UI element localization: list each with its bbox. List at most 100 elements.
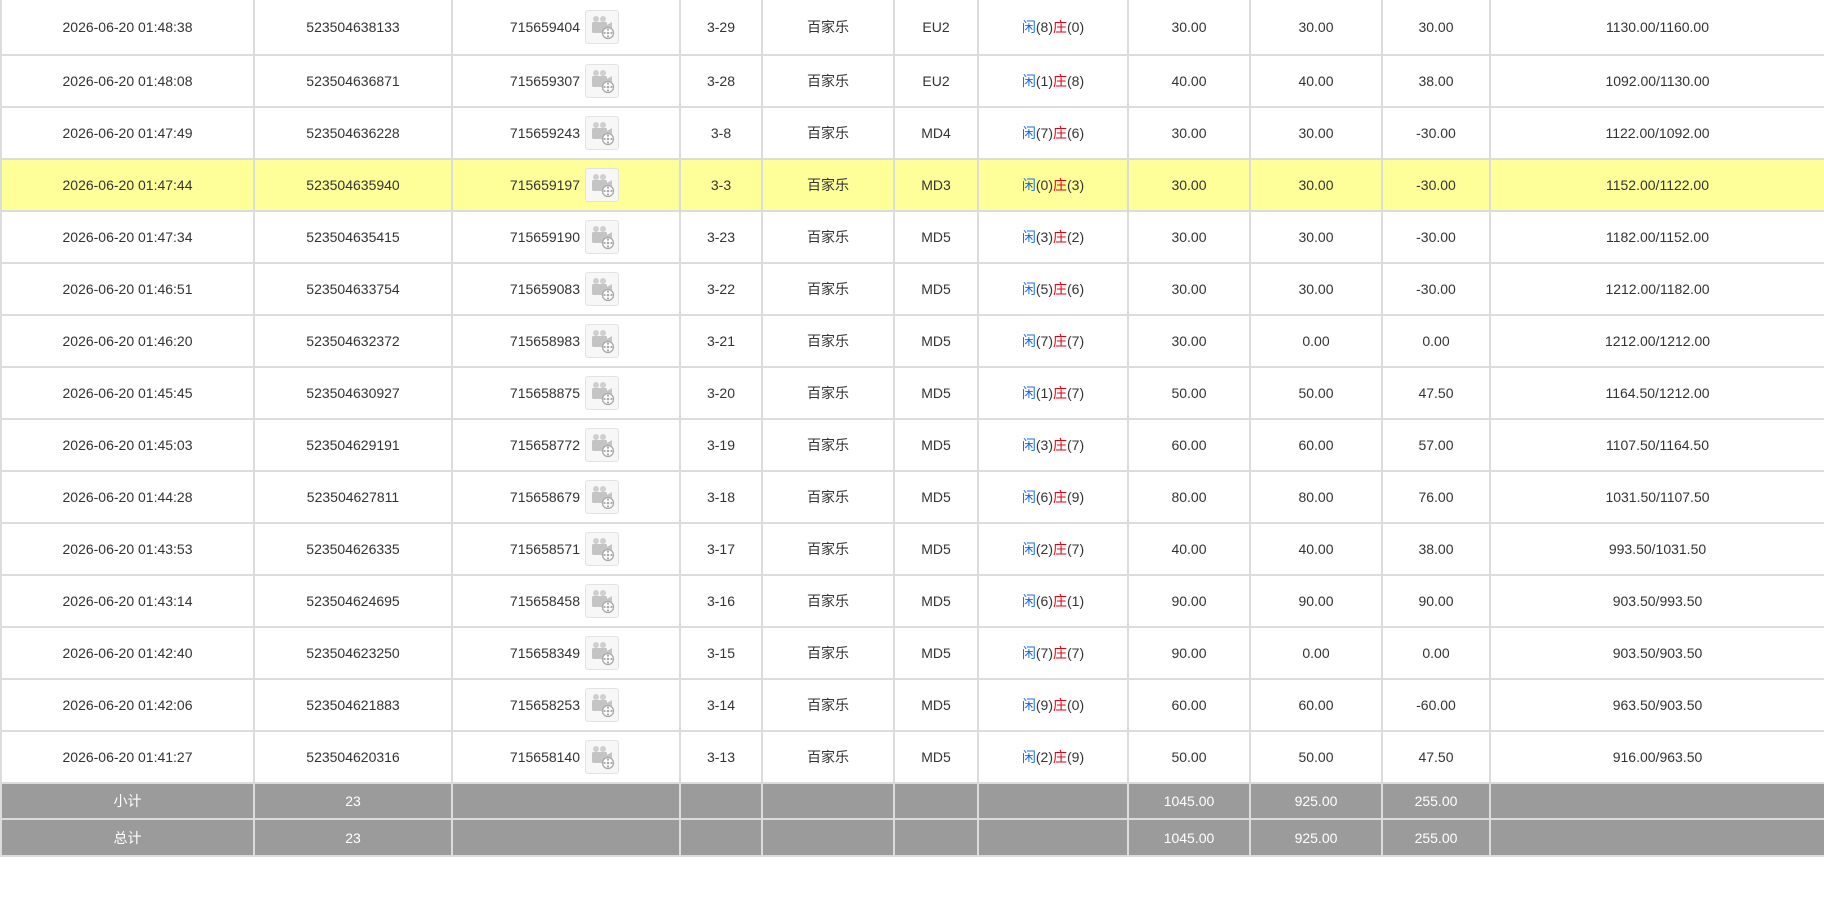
banker-label: 庄 [1053, 19, 1067, 35]
round-id: 715658983 [509, 333, 580, 349]
game-name: 百家乐 [761, 0, 895, 56]
table-code: EU2 [893, 54, 979, 108]
valid-bet-amount: 30.00 [1249, 106, 1383, 160]
bet-amount: 60.00 [1127, 678, 1251, 732]
video-replay-icon[interactable] [585, 688, 619, 722]
balance-before-after: 1212.00/1182.00 [1489, 262, 1824, 316]
banker-points: (1) [1067, 593, 1085, 609]
valid-bet-amount: 30.00 [1249, 262, 1383, 316]
order-number: 523504632372 [253, 314, 453, 368]
bet-time: 2026-06-20 01:47:34 [0, 210, 255, 264]
round-id: 715658772 [509, 437, 580, 453]
shoe-round: 3-17 [679, 522, 763, 576]
round-id-cell: 715658458 [451, 574, 681, 628]
player-label: 闲 [1021, 333, 1036, 349]
player-label: 闲 [1021, 177, 1036, 193]
table-row: 2026-06-20 01:48:38 523504638133 7156594… [0, 0, 1824, 56]
round-id: 715658679 [509, 489, 580, 505]
banker-label: 庄 [1053, 489, 1067, 505]
game-result: 闲(7)庄(7) [977, 626, 1129, 680]
bet-amount: 40.00 [1127, 54, 1251, 108]
video-replay-icon[interactable] [585, 532, 619, 566]
video-replay-icon[interactable] [585, 636, 619, 670]
table-row: 2026-06-20 01:46:51 523504633754 7156590… [0, 262, 1824, 316]
bet-time: 2026-06-20 01:47:44 [0, 158, 255, 212]
balance-before-after: 1152.00/1122.00 [1489, 158, 1824, 212]
player-label: 闲 [1021, 697, 1036, 713]
game-result: 闲(1)庄(7) [977, 366, 1129, 420]
video-replay-icon[interactable] [585, 376, 619, 410]
win-loss-amount: 90.00 [1381, 574, 1491, 628]
video-replay-icon[interactable] [585, 272, 619, 306]
game-result: 闲(2)庄(7) [977, 522, 1129, 576]
order-number: 523504623250 [253, 626, 453, 680]
banker-points: (6) [1067, 281, 1085, 297]
balance-before-after: 1122.00/1092.00 [1489, 106, 1824, 160]
video-replay-icon[interactable] [585, 584, 619, 618]
bet-amount: 30.00 [1127, 106, 1251, 160]
win-loss-amount: 38.00 [1381, 54, 1491, 108]
table-row: 2026-06-20 01:47:44 523504635940 7156591… [0, 158, 1824, 212]
round-id-cell: 715658679 [451, 470, 681, 524]
game-name: 百家乐 [761, 626, 895, 680]
video-replay-icon[interactable] [585, 480, 619, 514]
order-number: 523504635415 [253, 210, 453, 264]
banker-label: 庄 [1053, 593, 1067, 609]
round-id-cell: 715659307 [451, 54, 681, 108]
win-loss-amount: -60.00 [1381, 678, 1491, 732]
total-empty [451, 818, 681, 857]
bet-amount: 90.00 [1127, 574, 1251, 628]
video-replay-icon[interactable] [585, 324, 619, 358]
video-replay-icon[interactable] [585, 220, 619, 254]
game-result: 闲(6)庄(9) [977, 470, 1129, 524]
balance-before-after: 1164.50/1212.00 [1489, 366, 1824, 420]
round-id: 715658253 [509, 697, 580, 713]
valid-bet-amount: 30.00 [1249, 158, 1383, 212]
table-code: MD3 [893, 158, 979, 212]
game-name: 百家乐 [761, 574, 895, 628]
win-loss-amount: 0.00 [1381, 626, 1491, 680]
bet-amount: 30.00 [1127, 314, 1251, 368]
game-name: 百家乐 [761, 522, 895, 576]
game-name: 百家乐 [761, 210, 895, 264]
table-code: EU2 [893, 0, 979, 56]
valid-bet-amount: 60.00 [1249, 678, 1383, 732]
table-row: 2026-06-20 01:45:45 523504630927 7156588… [0, 366, 1824, 420]
win-loss-amount: -30.00 [1381, 210, 1491, 264]
banker-points: (0) [1067, 697, 1085, 713]
video-replay-icon[interactable] [585, 428, 619, 462]
video-replay-icon[interactable] [585, 64, 619, 98]
bet-amount: 30.00 [1127, 0, 1251, 56]
bet-amount: 50.00 [1127, 730, 1251, 784]
round-id: 715658458 [509, 593, 580, 609]
player-label: 闲 [1021, 593, 1036, 609]
order-number: 523504635940 [253, 158, 453, 212]
round-id-cell: 715659243 [451, 106, 681, 160]
order-number: 523504621883 [253, 678, 453, 732]
banker-label: 庄 [1053, 333, 1067, 349]
player-points: (7) [1035, 645, 1053, 661]
game-name: 百家乐 [761, 730, 895, 784]
round-id-cell: 715658983 [451, 314, 681, 368]
valid-bet-amount: 40.00 [1249, 54, 1383, 108]
round-id-cell: 715658571 [451, 522, 681, 576]
banker-points: (6) [1067, 125, 1085, 141]
video-replay-icon[interactable] [585, 168, 619, 202]
banker-label: 庄 [1053, 645, 1067, 661]
balance-before-after: 1092.00/1130.00 [1489, 54, 1824, 108]
valid-bet-amount: 40.00 [1249, 522, 1383, 576]
player-points: (3) [1035, 437, 1053, 453]
video-replay-icon[interactable] [585, 10, 619, 44]
total-valid-bet: 925.00 [1249, 818, 1383, 857]
table-code: MD5 [893, 626, 979, 680]
game-result: 闲(6)庄(1) [977, 574, 1129, 628]
total-empty [1489, 818, 1824, 857]
table-code: MD5 [893, 366, 979, 420]
valid-bet-amount: 60.00 [1249, 418, 1383, 472]
video-replay-icon[interactable] [585, 740, 619, 774]
order-number: 523504638133 [253, 0, 453, 56]
round-id: 715659243 [509, 125, 580, 141]
video-replay-icon[interactable] [585, 116, 619, 150]
bet-time: 2026-06-20 01:44:28 [0, 470, 255, 524]
player-points: (1) [1035, 73, 1053, 89]
